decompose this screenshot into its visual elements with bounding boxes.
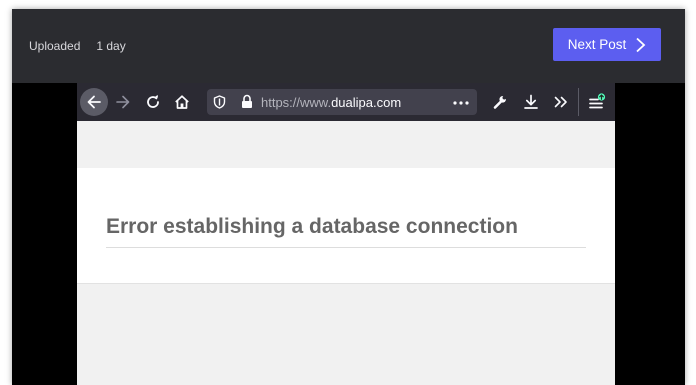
home-button[interactable]: [168, 88, 196, 116]
url-host: dualipa.com: [331, 95, 402, 110]
chevron-right-icon: [636, 37, 646, 52]
url-prefix: https://www.: [261, 95, 332, 110]
reload-icon: [147, 94, 159, 108]
upload-info: Uploaded 1 day: [29, 39, 126, 53]
downloads-button[interactable]: [517, 88, 545, 116]
viewer-frame: Uploaded 1 day Next Post https://www.dua…: [12, 9, 685, 385]
wrench-icon: [493, 95, 507, 109]
uploaded-ago: 1 day: [96, 39, 126, 53]
reload-button[interactable]: [139, 88, 167, 116]
overflow-menu-button[interactable]: [547, 88, 575, 116]
uploaded-label: Uploaded: [29, 39, 81, 53]
download-icon: [524, 94, 538, 109]
next-post-label: Next Post: [567, 37, 627, 52]
customize-tools-button[interactable]: [486, 88, 514, 116]
lock-icon[interactable]: [241, 94, 253, 109]
tracking-protection-shield-icon[interactable]: [213, 95, 226, 109]
url-bar[interactable]: https://www.dualipa.com: [207, 89, 477, 115]
error-card: Error establishing a database connection: [77, 168, 615, 284]
back-button[interactable]: [80, 88, 108, 116]
overflow-chevrons-icon: [554, 96, 567, 108]
next-post-button[interactable]: Next Post: [553, 28, 661, 61]
heading-divider: [106, 247, 586, 248]
card-bottom-border: [77, 283, 615, 284]
app-menu-button[interactable]: [583, 88, 611, 116]
error-heading: Error establishing a database connection: [106, 215, 518, 238]
home-icon: [175, 95, 189, 109]
app-menu-icon: [589, 93, 606, 109]
browser-screenshot: https://www.dualipa.com Error establishi…: [77, 83, 615, 385]
back-arrow-icon: [87, 95, 101, 109]
page-actions-menu-icon[interactable]: [453, 101, 469, 105]
url-text[interactable]: https://www.dualipa.com: [261, 95, 401, 110]
browser-toolbar: https://www.dualipa.com: [77, 83, 615, 121]
web-page-content: Error establishing a database connection: [77, 121, 615, 385]
toolbar-separator: [578, 88, 579, 116]
forward-arrow-icon: [116, 95, 130, 109]
post-header-bar: Uploaded 1 day Next Post: [12, 9, 685, 83]
forward-button[interactable]: [109, 88, 137, 116]
